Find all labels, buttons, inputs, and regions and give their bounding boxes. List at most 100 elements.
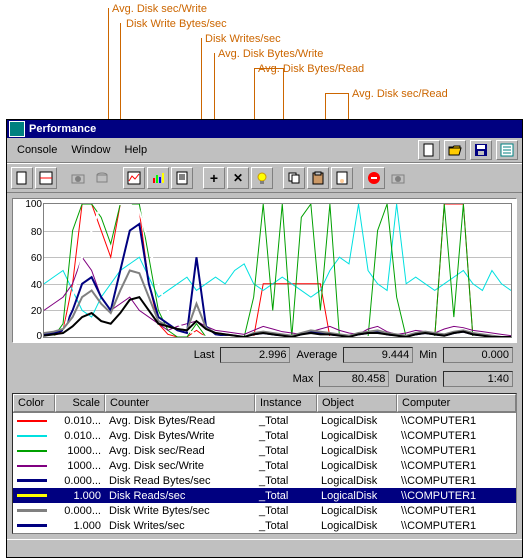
- row-computer: \\COMPUTER1: [397, 475, 516, 487]
- report-icon: [175, 171, 189, 185]
- page-icon: [15, 171, 29, 185]
- row-counter: Disk Reads/sec: [105, 490, 255, 502]
- open-folder-icon: [448, 143, 462, 157]
- table-row[interactable]: 1000...Avg. Disk sec/Read_TotalLogicalDi…: [13, 443, 516, 458]
- stats-row-1: Last 2.996 Average 9.444 Min 0.000: [10, 343, 519, 367]
- row-scale: 0.010...: [55, 430, 105, 442]
- callout-avg-disk-bytes-read: Avg. Disk Bytes/Read: [258, 63, 364, 75]
- row-scale: 0.010...: [55, 415, 105, 427]
- menu-help[interactable]: Help: [118, 142, 153, 158]
- row-computer: \\COMPUTER1: [397, 520, 516, 532]
- row-scale: 0.000...: [55, 505, 105, 517]
- row-color-swatch: [13, 420, 55, 422]
- y-tick-60: 60: [31, 253, 42, 264]
- table-row[interactable]: 0.010...Avg. Disk Bytes/Read_TotalLogica…: [13, 413, 516, 428]
- cylinder-icon: [95, 171, 109, 185]
- copy-icon: [287, 171, 301, 185]
- open-button[interactable]: [444, 140, 466, 160]
- table-row[interactable]: 1.000Disk Writes/sec_TotalLogicalDisk\\C…: [13, 518, 516, 533]
- callout-avg-disk-bytes-write: Avg. Disk Bytes/Write: [218, 48, 323, 60]
- x-icon: ✕: [233, 171, 243, 185]
- row-instance: _Total: [255, 520, 317, 532]
- row-computer: \\COMPUTER1: [397, 415, 516, 427]
- add-counter-button[interactable]: +: [203, 167, 225, 189]
- row-computer: \\COMPUTER1: [397, 505, 516, 517]
- menu-window[interactable]: Window: [65, 142, 116, 158]
- table-row[interactable]: 0.000...Disk Write Bytes/sec_TotalLogica…: [13, 503, 516, 518]
- row-instance: _Total: [255, 430, 317, 442]
- row-computer: \\COMPUTER1: [397, 460, 516, 472]
- min-value: 0.000: [443, 347, 513, 363]
- table-row[interactable]: 0.000...Disk Read Bytes/sec_TotalLogical…: [13, 473, 516, 488]
- delete-counter-button[interactable]: ✕: [227, 167, 249, 189]
- row-object: LogicalDisk: [317, 415, 397, 427]
- header-computer[interactable]: Computer: [397, 394, 516, 412]
- performance-window: Performance Console Window Help: [6, 119, 523, 558]
- row-object: LogicalDisk: [317, 445, 397, 457]
- row-scale: 1000...: [55, 445, 105, 457]
- callout-avg-disk-sec-read: Avg. Disk sec/Read: [352, 88, 448, 100]
- duration-value: 1:40: [443, 371, 513, 387]
- table-row[interactable]: 1.000Disk Reads/sec_TotalLogicalDisk\\CO…: [13, 488, 516, 503]
- clear-display-button[interactable]: [35, 167, 57, 189]
- view-histogram-button[interactable]: [147, 167, 169, 189]
- row-counter: Disk Writes/sec: [105, 520, 255, 532]
- last-label: Last: [194, 349, 215, 361]
- y-tick-80: 80: [31, 227, 42, 238]
- view-log-button[interactable]: [91, 167, 113, 189]
- row-color-swatch: [13, 509, 55, 512]
- copy-props-button[interactable]: [283, 167, 305, 189]
- update-data-button[interactable]: [387, 167, 409, 189]
- row-color-swatch: [13, 435, 55, 437]
- row-counter: Avg. Disk Bytes/Write: [105, 430, 255, 442]
- row-counter: Avg. Disk sec/Write: [105, 460, 255, 472]
- header-counter[interactable]: Counter: [105, 394, 255, 412]
- row-color-swatch: [13, 524, 55, 527]
- row-instance: _Total: [255, 415, 317, 427]
- row-object: LogicalDisk: [317, 505, 397, 517]
- table-header: Color Scale Counter Instance Object Comp…: [13, 394, 516, 413]
- row-object: LogicalDisk: [317, 520, 397, 532]
- row-computer: \\COMPUTER1: [397, 490, 516, 502]
- series-disk-reads-sec: [44, 204, 511, 337]
- row-instance: _Total: [255, 460, 317, 472]
- view-current-button[interactable]: [67, 167, 89, 189]
- header-scale[interactable]: Scale: [55, 394, 105, 412]
- save-button[interactable]: [470, 140, 492, 160]
- new-button[interactable]: [418, 140, 440, 160]
- row-scale: 1.000: [55, 520, 105, 532]
- view-report-button[interactable]: [171, 167, 193, 189]
- row-color-swatch: [13, 494, 55, 497]
- row-computer: \\COMPUTER1: [397, 445, 516, 457]
- graph-area: 100 80 60 40 20 0: [12, 198, 517, 343]
- row-instance: _Total: [255, 490, 317, 502]
- properties-button[interactable]: [331, 167, 353, 189]
- average-value: 9.444: [343, 347, 413, 363]
- y-tick-40: 40: [31, 280, 42, 291]
- menubar-props-button[interactable]: [496, 140, 518, 160]
- row-scale: 1.000: [55, 490, 105, 502]
- row-color-swatch: [13, 465, 55, 467]
- paste-counter-button[interactable]: [307, 167, 329, 189]
- row-object: LogicalDisk: [317, 490, 397, 502]
- highlight-button[interactable]: [251, 167, 273, 189]
- view-chart-button[interactable]: [123, 167, 145, 189]
- table-row[interactable]: 0.010...Avg. Disk Bytes/Write_TotalLogic…: [13, 428, 516, 443]
- y-tick-0: 0: [36, 331, 42, 342]
- table-row[interactable]: 1000...Avg. Disk sec/Write_TotalLogicalD…: [13, 458, 516, 473]
- y-tick-20: 20: [31, 306, 42, 317]
- row-counter: Disk Read Bytes/sec: [105, 475, 255, 487]
- header-object[interactable]: Object: [317, 394, 397, 412]
- callout-line: [254, 68, 284, 69]
- header-instance[interactable]: Instance: [255, 394, 317, 412]
- histogram-icon: [151, 171, 165, 185]
- titlebar[interactable]: Performance: [7, 120, 522, 138]
- y-tick-100: 100: [25, 199, 42, 210]
- freeze-display-button[interactable]: [363, 167, 385, 189]
- menu-console[interactable]: Console: [11, 142, 63, 158]
- header-color[interactable]: Color: [13, 394, 55, 412]
- counter-table: Color Scale Counter Instance Object Comp…: [12, 393, 517, 534]
- camera-icon: [71, 171, 85, 185]
- new-counter-set-button[interactable]: [11, 167, 33, 189]
- row-computer: \\COMPUTER1: [397, 430, 516, 442]
